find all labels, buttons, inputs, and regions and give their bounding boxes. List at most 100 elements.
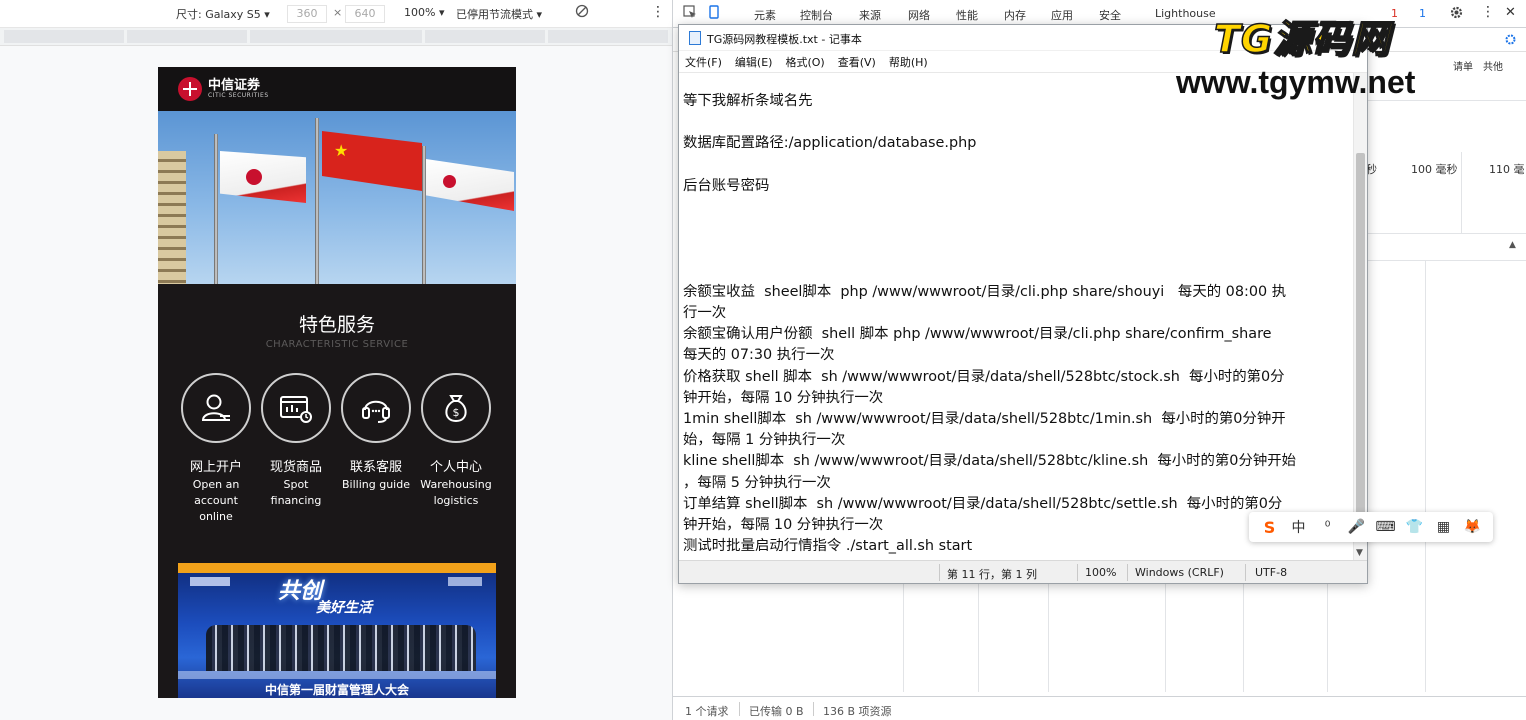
text-line: 余额宝确认用户份额 shell 脚本 php /www/wwwroot/目录/c… bbox=[683, 326, 1272, 343]
flagpole bbox=[422, 146, 426, 284]
device-height-input[interactable]: 640 bbox=[345, 5, 385, 23]
timing-label: 110 毫 bbox=[1489, 163, 1525, 176]
text-line: 数据库配置路径:/application/database.php bbox=[683, 135, 977, 152]
service-label-en: Billing guide bbox=[342, 478, 410, 491]
text-line: 后台账号密码 bbox=[683, 177, 770, 194]
ime-toolbar: S 中 ⁰ 🎤 ⌨ 👕 ▦ 🦊 bbox=[1249, 512, 1493, 542]
network-settings-icon[interactable] bbox=[1504, 33, 1517, 49]
service-open-account[interactable]: 网上开户 Open an account online bbox=[176, 373, 256, 525]
user-account-icon bbox=[201, 394, 230, 421]
text-line bbox=[683, 155, 1353, 176]
watermark-logo-text: TG源码网 bbox=[1213, 16, 1391, 62]
column-header: 请单 bbox=[1453, 62, 1473, 73]
text-line bbox=[683, 112, 1353, 133]
tab-console[interactable]: 控制台 bbox=[800, 7, 833, 23]
throttle-select[interactable]: 已停用节流模式 ▾ bbox=[456, 6, 542, 22]
notepad-text-area[interactable]: 等下我解析条域名先 数据库配置路径:/application/database.… bbox=[679, 73, 1353, 560]
text-line: 始，每隔 1 分钟执行一次 bbox=[683, 432, 846, 449]
ime-keyboard-icon[interactable]: ⌨ bbox=[1375, 519, 1397, 535]
ime-toolbox-icon[interactable]: ▦ bbox=[1433, 519, 1455, 535]
service-label-en: Spot financing bbox=[270, 478, 322, 507]
site-logo[interactable]: 中信证券 CITIC SECURITIES bbox=[178, 77, 269, 101]
text-line bbox=[683, 261, 1353, 282]
sogou-logo-icon[interactable]: S bbox=[1259, 518, 1281, 537]
event-banner[interactable]: 共创 美好生活 中信第一届财富管理人大会 bbox=[178, 563, 496, 698]
service-personal-center[interactable]: $ 个人中心 Warehousing logistics bbox=[416, 373, 496, 509]
menu-edit[interactable]: 编辑(E) bbox=[735, 54, 773, 70]
rotate-icon[interactable] bbox=[575, 4, 589, 21]
tab-security[interactable]: 安全 bbox=[1099, 7, 1121, 23]
tab-elements[interactable]: 元素 bbox=[754, 7, 776, 23]
device-width-input[interactable]: 360 bbox=[287, 5, 327, 23]
more-options-icon[interactable]: ⋮ bbox=[651, 4, 665, 20]
text-line bbox=[683, 239, 1353, 260]
vertical-scrollbar[interactable]: ▼ bbox=[1353, 73, 1367, 560]
resource-size: 136 B 项资源 bbox=[823, 705, 892, 718]
device-toggle-icon[interactable] bbox=[707, 5, 721, 22]
china-flag bbox=[322, 131, 422, 191]
flag-emblem bbox=[246, 169, 262, 185]
devtools-more-icon[interactable]: ⋮ bbox=[1481, 4, 1495, 20]
ime-punctuation-icon[interactable]: ⁰ bbox=[1317, 519, 1339, 535]
scroll-down-arrow-icon[interactable]: ▼ bbox=[1356, 548, 1363, 558]
ime-skin-icon[interactable]: 👕 bbox=[1404, 519, 1426, 535]
device-size-select[interactable]: 尺寸: Galaxy S5 ▾ bbox=[176, 6, 270, 22]
info-badge[interactable]: 1 bbox=[1419, 7, 1426, 20]
headset-icon bbox=[362, 400, 390, 423]
text-line: ，每隔 5 分钟执行一次 bbox=[683, 474, 831, 491]
media-query-bar bbox=[0, 28, 672, 46]
text-line: 价格获取 shell 脚本 sh /www/wwwroot/目录/data/sh… bbox=[683, 368, 1285, 385]
request-count: 1 个请求 bbox=[685, 705, 729, 718]
watermark-url: www.tgymw.net bbox=[1176, 64, 1416, 100]
settings-gear-icon[interactable] bbox=[1449, 5, 1464, 23]
menu-file[interactable]: 文件(F) bbox=[685, 54, 722, 70]
text-line: 余额宝收益 sheel脚本 php /www/wwwroot/目录/cli.ph… bbox=[683, 283, 1287, 300]
cursor-position: 第 11 行，第 1 列 bbox=[947, 568, 1037, 581]
ime-voice-icon[interactable]: 🎤 bbox=[1346, 519, 1368, 535]
site-header: 中信证券 CITIC SECURITIES bbox=[158, 67, 516, 111]
logo-name: 中信证券 bbox=[208, 77, 261, 93]
banner-crowd-image bbox=[206, 625, 476, 671]
service-icon-ring bbox=[261, 373, 331, 443]
tab-performance[interactable]: 性能 bbox=[956, 7, 978, 23]
hero-image-flags: ★ bbox=[158, 111, 516, 284]
zoom-level: 100% bbox=[1085, 566, 1117, 579]
tab-memory[interactable]: 内存 bbox=[1004, 7, 1026, 23]
timing-label: 100 毫秒 bbox=[1411, 163, 1458, 176]
banner-caption: 中信第一届财富管理人大会 bbox=[264, 683, 409, 697]
network-status-bar: 1 个请求 已传输 0 B 136 B 项资源 bbox=[673, 696, 1526, 720]
screen: 尺寸: Galaxy S5 ▾ 360 × 640 100% ▾ 已停用节流模式… bbox=[0, 0, 1526, 720]
flagpole bbox=[214, 134, 218, 284]
banner-logo bbox=[448, 577, 482, 586]
menu-format[interactable]: 格式(O) bbox=[785, 54, 824, 70]
menu-help[interactable]: 帮助(H) bbox=[889, 54, 928, 70]
notepad-window: TG源码网教程模板.txt - 记事本 文件(F) 编辑(E) 格式(O) 查看… bbox=[678, 24, 1368, 584]
text-line: 行一次 bbox=[683, 304, 727, 321]
money-bag-icon: $ bbox=[445, 395, 467, 423]
text-line: 1min shell脚本 sh /www/wwwroot/目录/data/she… bbox=[683, 410, 1286, 427]
menu-view[interactable]: 查看(V) bbox=[838, 54, 876, 70]
zoom-select[interactable]: 100% ▾ bbox=[404, 6, 444, 19]
tab-sources[interactable]: 来源 bbox=[859, 7, 881, 23]
sort-up-icon[interactable]: ▲ bbox=[1509, 240, 1516, 250]
tab-application[interactable]: 应用 bbox=[1051, 7, 1073, 23]
service-customer-support[interactable]: 联系客服 Billing guide bbox=[336, 373, 416, 493]
service-icon-ring: $ bbox=[421, 373, 491, 443]
close-devtools-icon[interactable]: ✕ bbox=[1505, 5, 1516, 20]
ime-mascot-icon[interactable]: 🦊 bbox=[1462, 519, 1484, 535]
ime-chinese-mode[interactable]: 中 bbox=[1288, 517, 1310, 537]
flagpole bbox=[315, 118, 319, 284]
error-badge[interactable]: 1 bbox=[1391, 7, 1398, 20]
text-line bbox=[683, 218, 1353, 239]
service-label: 个人中心 bbox=[429, 460, 482, 475]
scrollbar-thumb[interactable] bbox=[1356, 153, 1365, 533]
service-spot-goods[interactable]: 现货商品 Spot financing bbox=[256, 373, 336, 509]
tab-lighthouse[interactable]: Lighthouse bbox=[1155, 7, 1216, 20]
text-line: kline shell脚本 sh /www/wwwroot/目录/data/sh… bbox=[683, 453, 1297, 470]
transferred-size: 已传输 0 B bbox=[749, 705, 804, 718]
inspect-icon[interactable] bbox=[683, 5, 697, 22]
financing-chart-icon bbox=[280, 396, 312, 423]
section-title: 特色服务 bbox=[298, 314, 375, 336]
service-label: 现货商品 bbox=[269, 460, 322, 475]
tab-network[interactable]: 网络 bbox=[908, 7, 930, 23]
